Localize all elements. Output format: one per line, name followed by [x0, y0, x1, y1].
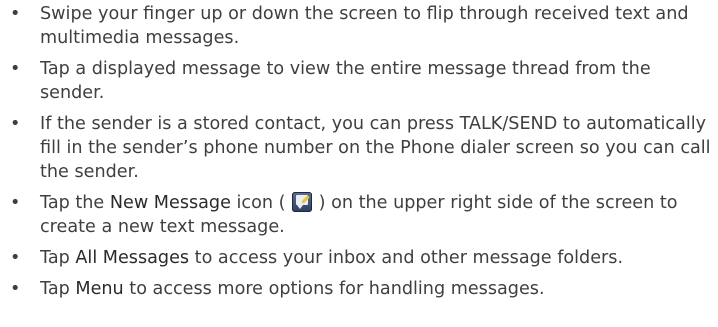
- text-after-term: to access more options for handling mess…: [123, 279, 545, 299]
- bullet-glyph: •: [10, 59, 21, 79]
- text-before-term: Tap: [40, 248, 76, 268]
- text-after-term: to access your inbox and other message f…: [189, 248, 624, 268]
- text-before-term: Tap the: [40, 193, 110, 213]
- bullet-glyph: •: [10, 114, 21, 134]
- instruction-list: • Swipe your finger up or down the scree…: [10, 2, 718, 301]
- list-item-text: Tap a displayed message to view the enti…: [40, 59, 651, 103]
- text-middle: icon (: [230, 193, 286, 213]
- list-item: • Tap Menu to access more options for ha…: [10, 277, 718, 301]
- list-item: • Tap All Messages to access your inbox …: [10, 246, 718, 270]
- list-item-text: If the sender is a stored contact, you c…: [40, 114, 711, 182]
- new-message-icon: [292, 192, 313, 212]
- list-item: • Swipe your finger up or down the scree…: [10, 2, 718, 50]
- text-before-term: Tap: [40, 279, 76, 299]
- list-item: • Tap a displayed message to view the en…: [10, 57, 718, 105]
- bullet-glyph: •: [10, 248, 21, 268]
- new-message-term: New Message: [109, 193, 231, 213]
- list-item-text: Tap the New Message icon ( ) on the uppe…: [40, 191, 718, 239]
- list-item-text: Tap All Messages to access your inbox an…: [40, 246, 718, 270]
- menu-term: Menu: [75, 279, 124, 299]
- list-item-text: Swipe your finger up or down the screen …: [40, 4, 689, 48]
- list-item: • If the sender is a stored contact, you…: [10, 112, 718, 184]
- all-messages-term: All Messages: [75, 248, 190, 268]
- instructions-document: • Swipe your finger up or down the scree…: [0, 0, 718, 301]
- list-item-text: Tap Menu to access more options for hand…: [40, 277, 718, 301]
- bullet-glyph: •: [10, 193, 21, 213]
- bullet-glyph: •: [10, 4, 21, 24]
- bullet-glyph: •: [10, 279, 21, 299]
- list-item: • Tap the New Message icon ( ) on the up…: [10, 191, 718, 239]
